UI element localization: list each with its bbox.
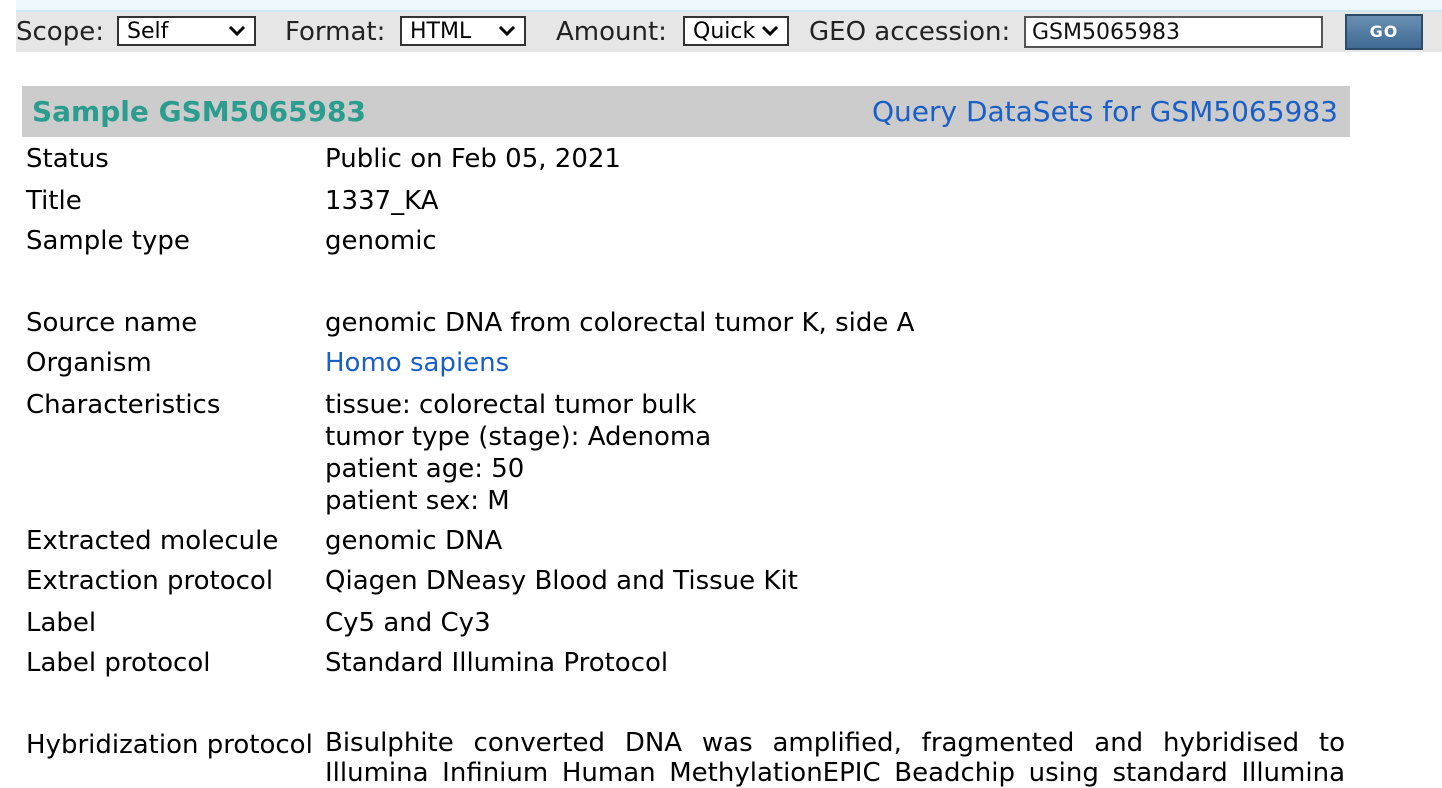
scope-select[interactable]: Self bbox=[117, 16, 256, 46]
label-protocol-label: Label protocol bbox=[26, 648, 211, 678]
scope-label: Scope: bbox=[16, 17, 104, 47]
accession-input[interactable] bbox=[1024, 16, 1323, 48]
sample-type-value: genomic bbox=[325, 226, 437, 256]
chevron-down-icon bbox=[228, 25, 246, 37]
extraction-protocol-label: Extraction protocol bbox=[26, 566, 274, 596]
format-select[interactable]: HTML bbox=[400, 16, 526, 46]
amount-select[interactable]: Quick bbox=[683, 16, 789, 46]
format-select-value: HTML bbox=[410, 19, 472, 44]
hybridization-protocol-value: Bisulphite converted DNA was amplified, … bbox=[325, 728, 1345, 788]
hybridization-protocol-line: Bisulphite converted DNA was amplified, … bbox=[325, 728, 1345, 758]
amount-select-value: Quick bbox=[693, 19, 756, 44]
title-label: Title bbox=[26, 186, 82, 216]
label-protocol-value: Standard Illumina Protocol bbox=[325, 648, 669, 678]
chevron-down-icon bbox=[761, 25, 779, 37]
label-label: Label bbox=[26, 608, 97, 638]
characteristic-item: patient age: 50 bbox=[325, 454, 525, 484]
scope-select-value: Self bbox=[127, 19, 169, 44]
source-name-value: genomic DNA from colorectal tumor K, sid… bbox=[325, 308, 915, 338]
organism-label: Organism bbox=[26, 348, 152, 378]
accession-label: GEO accession: bbox=[809, 17, 1011, 47]
go-button[interactable]: GO bbox=[1345, 14, 1423, 50]
status-label: Status bbox=[26, 144, 109, 174]
characteristic-item: patient sex: M bbox=[325, 486, 510, 516]
query-datasets-link[interactable]: Query DataSets for GSM5065983 bbox=[872, 96, 1338, 128]
extracted-molecule-label: Extracted molecule bbox=[26, 526, 279, 556]
format-label: Format: bbox=[285, 17, 386, 47]
toolbar-accent-strip bbox=[16, 0, 1442, 12]
sample-type-label: Sample type bbox=[26, 226, 190, 256]
sample-title: Sample GSM5065983 bbox=[32, 95, 367, 128]
chevron-down-icon bbox=[498, 25, 516, 37]
organism-link[interactable]: Homo sapiens bbox=[325, 347, 509, 379]
characteristics-label: Characteristics bbox=[26, 390, 221, 420]
hybridization-protocol-label: Hybridization protocol bbox=[26, 730, 313, 760]
characteristic-item: tumor type (stage): Adenoma bbox=[325, 422, 712, 452]
extraction-protocol-value: Qiagen DNeasy Blood and Tissue Kit bbox=[325, 566, 798, 596]
sample-header: Sample GSM5065983 Query DataSets for GSM… bbox=[22, 86, 1350, 137]
amount-label: Amount: bbox=[556, 17, 667, 47]
extracted-molecule-value: genomic DNA bbox=[325, 526, 503, 556]
title-value: 1337_KA bbox=[325, 186, 439, 216]
characteristic-item: tissue: colorectal tumor bulk bbox=[325, 390, 697, 420]
status-value: Public on Feb 05, 2021 bbox=[325, 144, 621, 174]
source-name-label: Source name bbox=[26, 308, 198, 338]
label-value: Cy5 and Cy3 bbox=[325, 608, 491, 638]
